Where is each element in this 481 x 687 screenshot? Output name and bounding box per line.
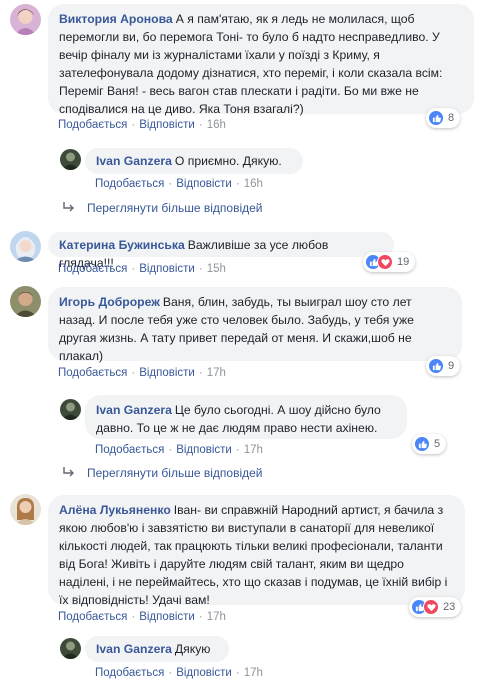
comment-time[interactable]: 17h <box>207 367 226 379</box>
like-reaction-icon <box>428 110 444 126</box>
like-button[interactable]: Подобається <box>58 263 127 275</box>
comment-bubble: Виктория Аронова А я пам'ятаю, як я ледь … <box>48 4 474 116</box>
reaction-summary[interactable]: 23 <box>409 597 462 617</box>
comment-actions: Подобається · Відповісти · 17h <box>58 611 226 623</box>
reaction-summary[interactable]: 9 <box>426 356 461 376</box>
comment-time[interactable]: 17h <box>207 611 226 623</box>
comment-author[interactable]: Катерина Бужинська <box>59 238 185 252</box>
comment-bubble: Катерина Бужинська Важливіше за усе любов… <box>48 232 394 270</box>
reply-button[interactable]: Відповісти <box>139 611 195 623</box>
reply-arrow-icon <box>62 201 75 215</box>
reaction-count: 23 <box>443 601 456 613</box>
comment-text: О приємно. Дякую. <box>174 154 282 168</box>
comment-author[interactable]: Алёна Лукьяненко <box>59 503 171 517</box>
avatar[interactable] <box>60 149 81 170</box>
comment-actions: Подобається · Відповісти · 17h <box>95 667 263 679</box>
comment-author[interactable]: Игорь Доброреж <box>59 295 160 309</box>
avatar[interactable] <box>10 4 41 35</box>
love-reaction-icon <box>377 254 393 270</box>
reaction-count: 8 <box>448 112 455 124</box>
reply-button[interactable]: Відповісти <box>176 667 232 679</box>
avatar[interactable] <box>10 231 41 262</box>
reply-button[interactable]: Відповісти <box>139 263 195 275</box>
comment-actions: Подобається · Відповісти · 17h <box>58 367 226 379</box>
like-button[interactable]: Подобається <box>95 444 164 456</box>
reaction-count: 5 <box>434 438 441 450</box>
comment-actions: Подобається · Відповісти · 15h <box>58 263 226 275</box>
comment-actions: Подобається · Відповісти · 17h <box>95 444 263 456</box>
reply-button[interactable]: Відповісти <box>139 119 195 131</box>
comment-time[interactable]: 17h <box>244 444 263 456</box>
reply-button[interactable]: Відповісти <box>176 178 232 190</box>
like-button[interactable]: Подобається <box>58 611 127 623</box>
comment-author[interactable]: Ivan Ganzera <box>96 403 172 417</box>
comment-thread: Виктория Аронова А я пам'ятаю, як я ледь … <box>0 0 481 687</box>
reply-arrow-icon <box>62 466 75 480</box>
view-more-replies-link[interactable]: Переглянути більше відповідей <box>62 201 262 215</box>
avatar[interactable] <box>10 494 41 525</box>
comment-time[interactable]: 16h <box>244 178 263 190</box>
comment-time[interactable]: 16h <box>207 119 226 131</box>
comment-author[interactable]: Ivan Ganzera <box>96 642 172 656</box>
reaction-count: 9 <box>448 360 455 372</box>
comment-time[interactable]: 15h <box>207 263 226 275</box>
avatar[interactable] <box>60 399 81 420</box>
reaction-summary[interactable]: 19 <box>363 252 416 272</box>
comment-text: Дякую <box>174 642 211 656</box>
like-button[interactable]: Подобається <box>58 119 127 131</box>
comment-bubble: Ivan Ganzera О приємно. Дякую. <box>85 148 303 174</box>
like-button[interactable]: Подобається <box>58 367 127 379</box>
comment-text: А я пам'ятаю, як я ледь не молилася, щоб… <box>59 12 443 116</box>
reaction-count: 19 <box>397 256 410 268</box>
view-more-replies-label: Переглянути більше відповідей <box>87 201 263 215</box>
reply-button[interactable]: Відповісти <box>139 367 195 379</box>
avatar[interactable] <box>60 638 81 659</box>
comment-actions: Подобається · Відповісти · 16h <box>58 119 226 131</box>
comment-author[interactable]: Ivan Ganzera <box>96 154 172 168</box>
reply-button[interactable]: Відповісти <box>176 444 232 456</box>
like-button[interactable]: Подобається <box>95 178 164 190</box>
like-reaction-icon <box>428 358 444 374</box>
reaction-summary[interactable]: 8 <box>426 108 461 128</box>
avatar[interactable] <box>10 286 41 317</box>
comment-bubble: Игорь Доброреж Ваня, блин, забудь, ты выи… <box>48 287 462 363</box>
comment-bubble: Алёна Лукьяненко Іван- ви справжній Народ… <box>48 495 465 607</box>
comment-time[interactable]: 17h <box>244 667 263 679</box>
comment-actions: Подобається · Відповісти · 16h <box>95 178 263 190</box>
love-reaction-icon <box>423 599 439 615</box>
view-more-replies-label: Переглянути більше відповідей <box>87 466 263 480</box>
reaction-summary[interactable]: 5 <box>412 434 447 454</box>
comment-author[interactable]: Виктория Аронова <box>59 12 173 26</box>
comment-bubble: Ivan Ganzera Дякую <box>85 636 229 662</box>
like-button[interactable]: Подобається <box>95 667 164 679</box>
comment-bubble: Ivan Ganzera Це було сьогодні. А шоу дійс… <box>85 395 407 439</box>
like-reaction-icon <box>414 436 430 452</box>
view-more-replies-link[interactable]: Переглянути більше відповідей <box>62 466 262 480</box>
comment-text: Іван- ви справжній Народний артист, я ба… <box>59 503 448 607</box>
